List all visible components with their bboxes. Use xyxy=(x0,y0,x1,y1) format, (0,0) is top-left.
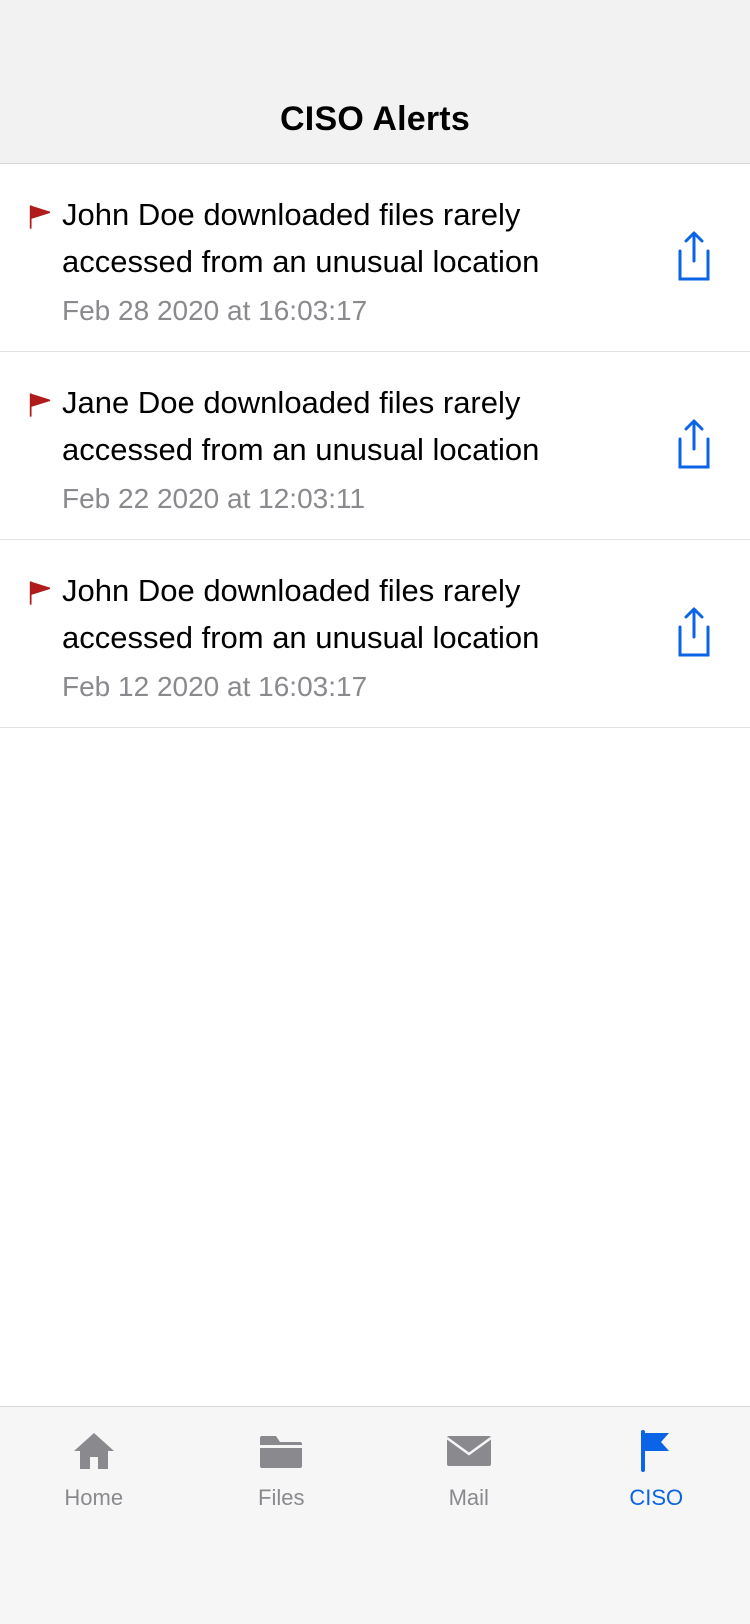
flag-icon xyxy=(26,386,54,433)
tab-ciso[interactable]: CISO xyxy=(563,1407,750,1624)
alert-title-text: Jane Doe downloaded files rarely accesse… xyxy=(62,385,539,467)
tab-label: Files xyxy=(258,1485,304,1511)
share-icon xyxy=(674,607,714,664)
tab-home[interactable]: Home xyxy=(0,1407,188,1624)
alert-timestamp: Feb 12 2020 at 16:03:17 xyxy=(62,671,646,703)
alert-title-text: John Doe downloaded files rarely accesse… xyxy=(62,197,539,279)
flag-icon xyxy=(26,574,54,621)
folder-icon xyxy=(257,1429,305,1473)
alert-title: John Doe downloaded files rarely accesse… xyxy=(62,192,646,285)
flag-icon xyxy=(632,1429,680,1473)
alert-content: John Doe downloaded files rarely accesse… xyxy=(62,192,666,327)
alert-title-text: John Doe downloaded files rarely accesse… xyxy=(62,573,539,655)
page-title: CISO Alerts xyxy=(280,100,470,139)
alert-timestamp: Feb 28 2020 at 16:03:17 xyxy=(62,295,646,327)
share-icon xyxy=(674,231,714,288)
share-button[interactable] xyxy=(666,231,722,288)
alert-content: Jane Doe downloaded files rarely accesse… xyxy=(62,380,666,515)
alert-row[interactable]: Jane Doe downloaded files rarely accesse… xyxy=(0,352,750,540)
share-button[interactable] xyxy=(666,419,722,476)
alert-title: Jane Doe downloaded files rarely accesse… xyxy=(62,380,646,473)
tab-mail[interactable]: Mail xyxy=(375,1407,563,1624)
tab-label: Mail xyxy=(449,1485,489,1511)
home-icon xyxy=(70,1429,118,1473)
header: CISO Alerts xyxy=(0,0,750,164)
tab-label: Home xyxy=(64,1485,123,1511)
alert-timestamp: Feb 22 2020 at 12:03:11 xyxy=(62,483,646,515)
alert-row[interactable]: John Doe downloaded files rarely accesse… xyxy=(0,540,750,728)
flag-icon xyxy=(26,198,54,245)
alert-list: John Doe downloaded files rarely accesse… xyxy=(0,164,750,1406)
tab-label: CISO xyxy=(629,1485,683,1511)
alert-title: John Doe downloaded files rarely accesse… xyxy=(62,568,646,661)
alert-content: John Doe downloaded files rarely accesse… xyxy=(62,568,666,703)
tab-bar: Home Files Mail CISO xyxy=(0,1406,750,1624)
mail-icon xyxy=(445,1429,493,1473)
share-button[interactable] xyxy=(666,607,722,664)
share-icon xyxy=(674,419,714,476)
alert-row[interactable]: John Doe downloaded files rarely accesse… xyxy=(0,164,750,352)
tab-files[interactable]: Files xyxy=(188,1407,376,1624)
